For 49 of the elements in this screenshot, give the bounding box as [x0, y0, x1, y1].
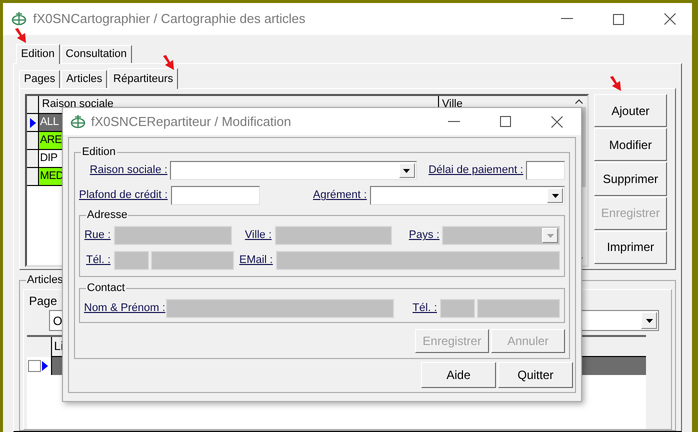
row-pointer-icon [30, 118, 36, 128]
field-label: Agrément : [312, 188, 368, 204]
field-label: Nom & Prénom : [84, 301, 166, 316]
arrow-icon [609, 76, 623, 92]
input-field[interactable] [526, 161, 565, 180]
minimize-icon[interactable] [561, 18, 573, 20]
arrow-icon [162, 55, 176, 71]
tab[interactable]: Répartiteurs [108, 68, 178, 89]
field-label: Plafond de crédit : [79, 188, 169, 204]
window-title: fX0SNCartographier / Cartographie des articles [33, 10, 306, 28]
app-logo-icon [70, 114, 86, 130]
arrow-icon [14, 28, 28, 44]
maximize-icon[interactable] [500, 116, 511, 127]
field-label: Délai de paiement : [427, 163, 524, 178]
field-label: Tél. : [85, 253, 112, 268]
app-logo-icon [11, 11, 27, 27]
field-label: Tél. : [412, 301, 438, 316]
field-label: Raison sociale : [88, 163, 168, 178]
checkbox[interactable] [28, 360, 41, 372]
dropdown-field[interactable] [170, 161, 417, 180]
window-title: fX0SNCERepartiteur / Modification [91, 112, 292, 131]
button[interactable]: Ajouter [594, 94, 667, 128]
field-label: Rue : [84, 228, 112, 244]
field-label: Ville : [244, 228, 273, 244]
input-field[interactable] [170, 186, 260, 205]
button[interactable]: Imprimer [594, 230, 667, 264]
maximize-icon[interactable] [613, 14, 624, 24]
close-icon[interactable] [664, 13, 676, 25]
tab[interactable]: Edition [16, 44, 60, 64]
close-icon[interactable] [551, 116, 563, 128]
row-header[interactable] [27, 150, 39, 167]
tab[interactable]: Articles [61, 70, 108, 88]
tab[interactable]: Pages [19, 70, 60, 88]
tab[interactable]: Consultation [60, 45, 132, 63]
row-header[interactable] [27, 168, 39, 185]
button[interactable]: Aide [421, 362, 496, 388]
button[interactable]: Supprimer [594, 162, 667, 196]
scroll-up-icon[interactable] [575, 99, 583, 104]
dropdown-field[interactable] [370, 186, 565, 205]
field-label: EMail : [238, 253, 274, 268]
field-label: Pays : [408, 228, 440, 244]
caret-icon[interactable] [552, 194, 558, 198]
row-header[interactable] [27, 132, 39, 149]
minimize-icon[interactable] [448, 120, 460, 122]
button[interactable]: Modifier [594, 128, 667, 162]
button[interactable]: Quitter [498, 362, 573, 388]
row-pointer-icon [42, 361, 48, 371]
caret-icon[interactable] [646, 318, 652, 322]
row-header[interactable] [27, 114, 39, 131]
